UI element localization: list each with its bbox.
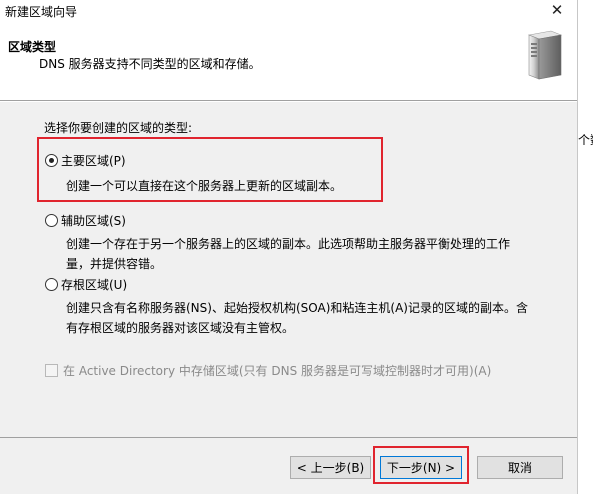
wizard-header: 区域类型 DNS 服务器支持不同类型的区域和存储。: [0, 22, 577, 100]
secondary-zone-description: 创建一个存在于另一个服务器上的区域的副本。此选项帮助主服务器平衡处理的工作 量，…: [66, 237, 511, 271]
ad-storage-label: 在 Active Directory 中存储区域(只有 DNS 服务器是可写域控…: [63, 364, 492, 378]
wizard-footer: < 上一步(B) 下一步(N) > 取消: [0, 438, 577, 494]
page-title: 区域类型: [8, 40, 57, 54]
secondary-zone-label: 辅助区域(S): [61, 214, 126, 228]
page-subtitle: DNS 服务器支持不同类型的区域和存储。: [39, 57, 261, 71]
back-button[interactable]: < 上一步(B): [290, 456, 371, 479]
ad-storage-checkbox[interactable]: 在 Active Directory 中存储区域(只有 DNS 服务器是可写域控…: [45, 362, 491, 379]
radio-unchecked-icon[interactable]: [45, 278, 58, 291]
cancel-button[interactable]: 取消: [477, 456, 563, 479]
checkbox-icon[interactable]: [45, 364, 58, 377]
window-title: 新建区域向导: [5, 5, 78, 19]
server-tower-icon: [527, 30, 563, 80]
background-window: [578, 0, 593, 494]
stub-zone-label: 存根区域(U): [61, 278, 128, 292]
radio-unchecked-icon[interactable]: [45, 214, 58, 227]
primary-zone-highlight: [37, 137, 383, 202]
stub-zone-description: 创建只含有名称服务器(NS)、起始授权机构(SOA)和粘连主机(A)记录的区域的…: [66, 301, 528, 335]
title-bar: 新建区域向导 ✕: [0, 0, 578, 22]
background-window-text: 个数: [578, 133, 593, 147]
stub-zone-radio[interactable]: 存根区域(U): [45, 276, 127, 293]
next-button-highlight: [373, 446, 469, 484]
close-icon[interactable]: ✕: [540, 0, 574, 22]
zone-type-prompt: 选择你要创建的区域的类型:: [44, 121, 193, 135]
secondary-zone-radio[interactable]: 辅助区域(S): [45, 212, 126, 229]
